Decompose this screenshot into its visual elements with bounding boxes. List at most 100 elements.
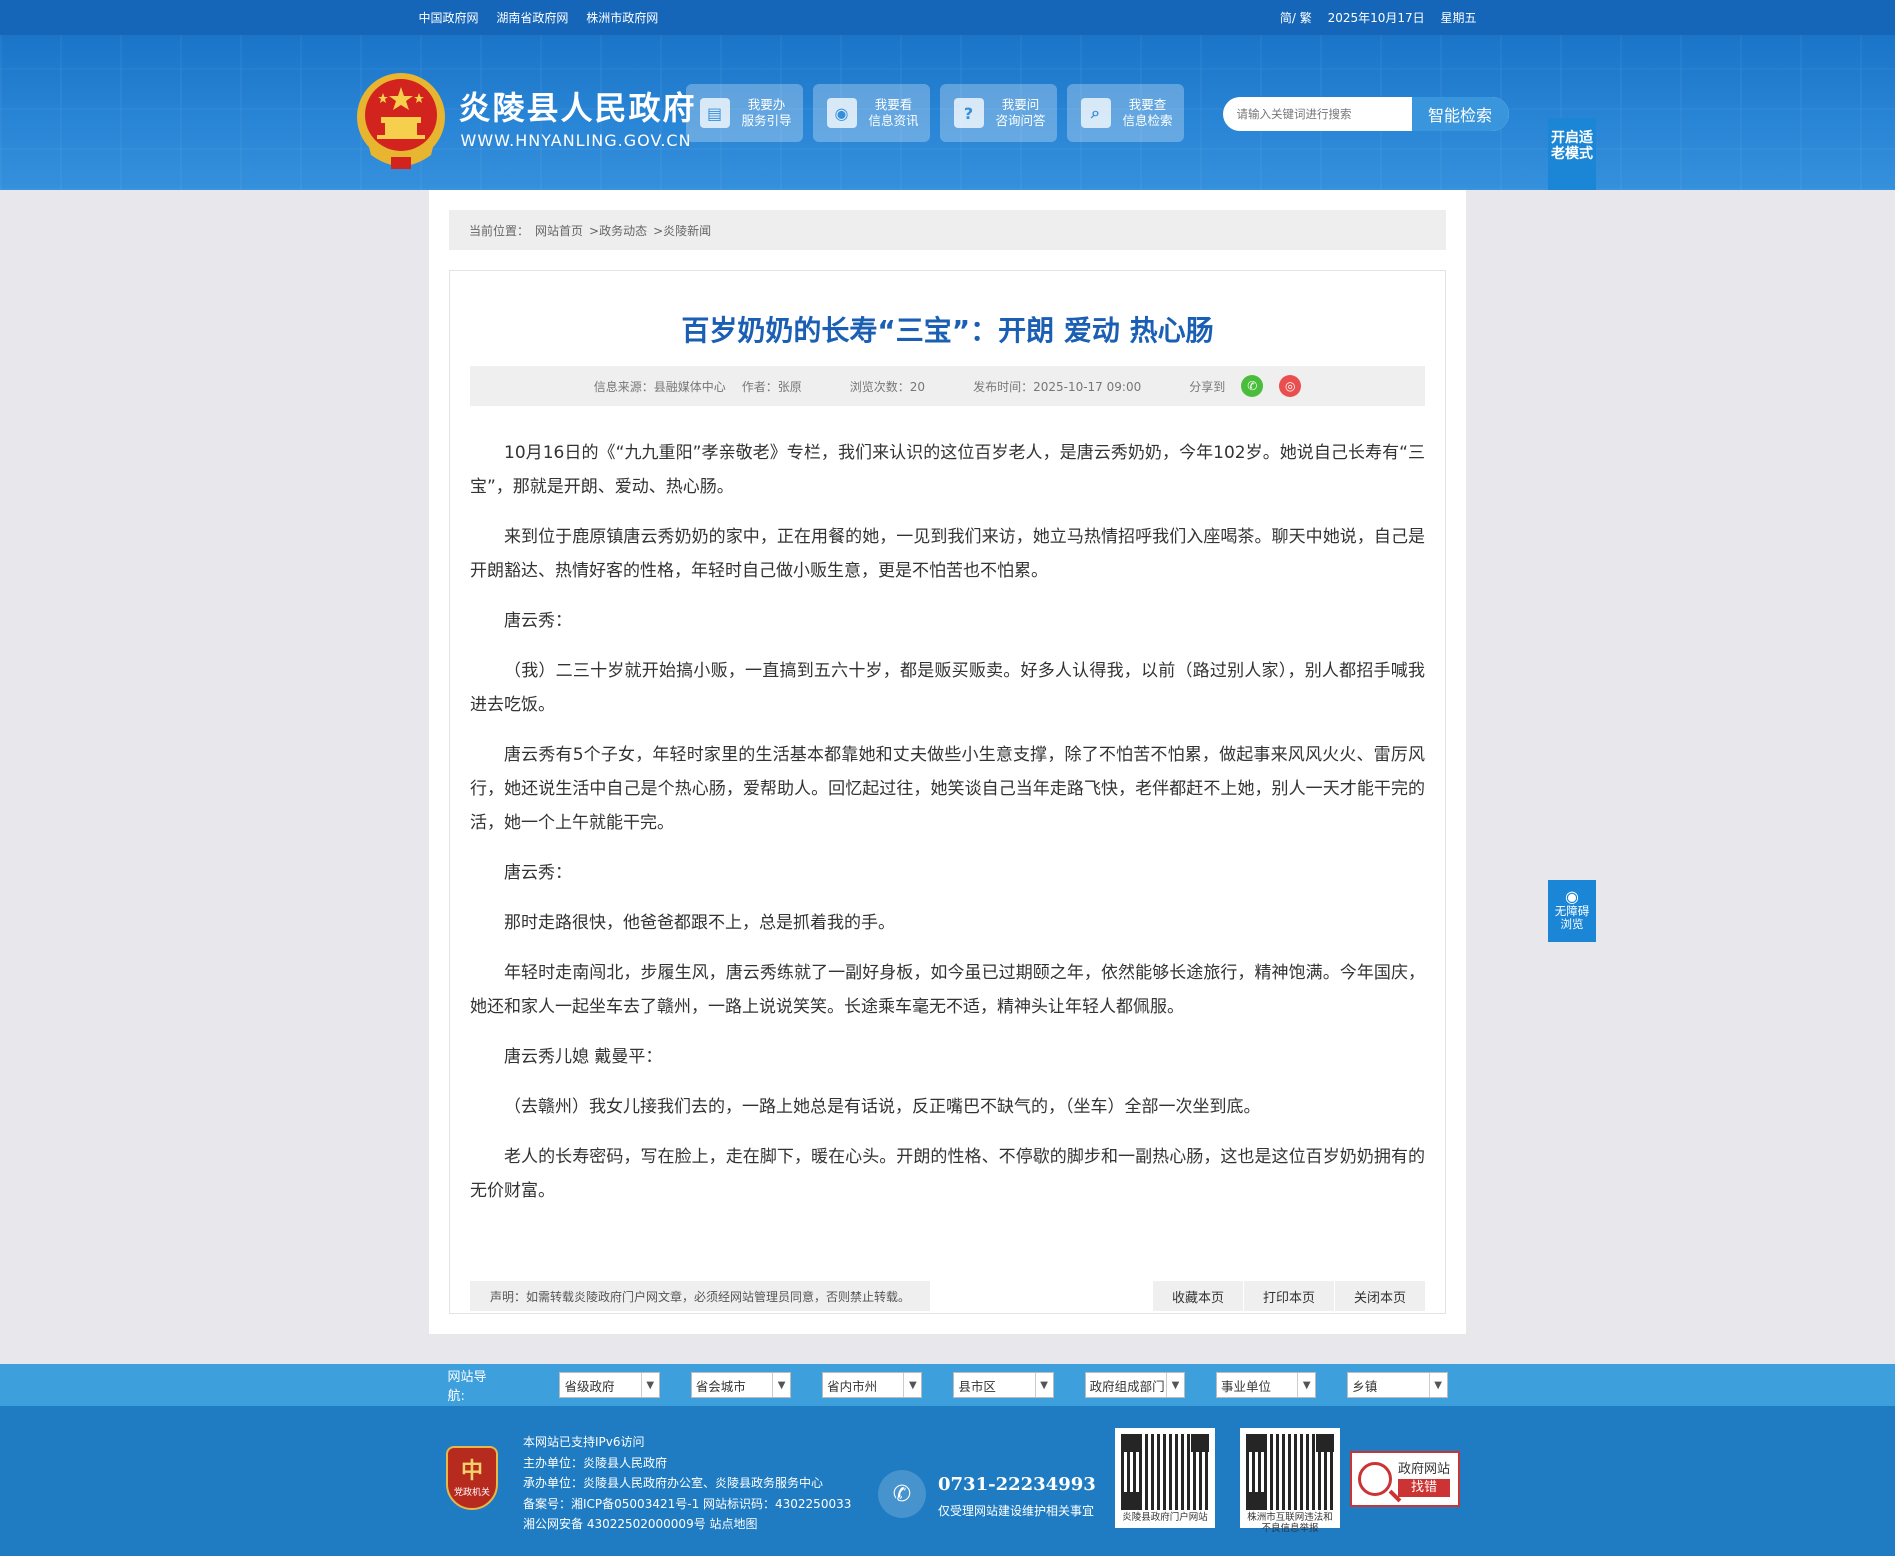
print-button[interactable]: 打印本页 [1243, 1281, 1334, 1311]
footer-info-line: 本网站已支持IPv6访问 [523, 1435, 645, 1449]
article-paragraph: 那时走路很快，他爸爸都跟不上，总是抓着我的手。 [504, 913, 895, 933]
select-provincial-gov[interactable]: 省级政府 ▼ [559, 1372, 660, 1398]
accessibility-button[interactable]: ◉ 无障碍 浏览 [1548, 880, 1596, 942]
magnifier-icon [1358, 1462, 1392, 1496]
bookmark-button[interactable]: 收藏本页 [1152, 1281, 1243, 1311]
eye-icon: ◉ [826, 98, 857, 128]
service-line2: 咨询问答 [995, 113, 1046, 128]
article-date: 发布时间：2025-10-17 09:00 [973, 379, 1142, 394]
select-capital-cities[interactable]: 省会城市 ▼ [690, 1372, 792, 1398]
current-weekday: 星期五 [1440, 11, 1477, 25]
topbar-right: 简/ 繁 2025年10月17日 星期五 [1268, 9, 1477, 26]
breadcrumb-home[interactable]: 网站首页 [535, 222, 583, 239]
article-source: 信息来源：县融媒体中心 [593, 379, 726, 394]
article-paragraph: 10月16日的《“九九重阳”孝亲敬老》专栏，我们来认识的这位百岁老人，是唐云秀奶… [470, 443, 1425, 497]
party-gov-badge-icon[interactable]: 中 党政机关 [446, 1446, 498, 1510]
service-line1: 我要问 [1001, 97, 1040, 112]
chevron-down-icon: ▼ [772, 1373, 790, 1397]
eye-icon: ◉ [1565, 887, 1579, 906]
site-title: 炎陵县人民政府 [458, 89, 697, 127]
site-header: 炎陵县人民政府 WWW.HNYANLING.GOV.CN ▤ 我要办 服务引导 ◉… [0, 35, 1895, 190]
breadcrumb: 当前位置： 网站首页 >政务动态 >炎陵新闻 [449, 210, 1446, 250]
weibo-share-icon[interactable]: ◎ [1279, 375, 1302, 397]
select-value: 事业单位 [1220, 1378, 1271, 1394]
main-content: 当前位置： 网站首页 >政务动态 >炎陵新闻 百岁奶奶的长寿“三宝”：开朗 爱动… [429, 190, 1466, 1334]
select-public-institutions[interactable]: 事业单位 ▼ [1215, 1372, 1317, 1398]
select-value: 乡镇 [1352, 1378, 1378, 1394]
accessibility-line2: 浏览 [1560, 917, 1584, 931]
link-hunan-gov[interactable]: 湖南省政府网 [496, 11, 568, 25]
page-actions: 收藏本页 打印本页 关闭本页 [1152, 1281, 1425, 1311]
footer-info-line: 备案号：湘ICP备05003421号-1 网站标识码：4302250033 [523, 1496, 852, 1511]
chevron-down-icon: ▼ [903, 1373, 921, 1397]
select-value: 政府组成部门 [1089, 1378, 1165, 1394]
select-counties[interactable]: 县市区 ▼ [953, 1372, 1054, 1398]
article-paragraph: （我）二三十岁就开始搞小贩，一直搞到五六十岁，都是贩买贩卖。好多人认得我，以前（… [470, 661, 1425, 715]
footer-info-line: 主办单位：炎陵县人民政府 [523, 1455, 668, 1470]
select-gov-departments[interactable]: 政府组成部门 ▼ [1084, 1372, 1185, 1398]
article-paragraph: （去赣州）我女儿接我们去的，一路上她总是有话说，反正嘴巴不缺气的，（坐车）全部一… [504, 1097, 1261, 1117]
search-button[interactable]: 智能检索 [1411, 97, 1509, 131]
service-line2: 信息检索 [1122, 113, 1173, 128]
elder-mode-toggle[interactable]: 开启适老模式 [1548, 118, 1596, 190]
lang-switch[interactable]: 简/ 繁 [1280, 11, 1312, 25]
service-wen-button[interactable]: ? 我要问 咨询问答 [939, 84, 1057, 142]
qr-caption: 株洲市互联网违法和不良信息举报 [1247, 1512, 1333, 1534]
article-paragraph: 年轻时走南闯北，步履生风，唐云秀练就了一副好身板，如今虽已过期颐之年，依然能够长… [470, 963, 1425, 1017]
service-line2: 信息资讯 [868, 113, 919, 128]
share-label: 分享到 [1189, 379, 1226, 394]
find-error-bottom: 找错 [1398, 1479, 1451, 1497]
link-zhuzhou-gov[interactable]: 株洲市政府网 [586, 11, 658, 25]
service-line2: 服务引导 [741, 113, 792, 128]
service-line1: 我要看 [874, 97, 913, 112]
site-nav-label: 网站导航: [447, 1370, 487, 1404]
search-box: 智能检索 [1222, 97, 1509, 131]
article-body: 10月16日的《“九九重阳”孝亲敬老》专栏，我们来认识的这位百岁老人，是唐云秀奶… [470, 436, 1425, 1224]
link-china-gov[interactable]: 中国政府网 [419, 11, 479, 25]
national-emblem-icon [356, 73, 445, 169]
article-title: 百岁奶奶的长寿“三宝”：开朗 爱动 热心肠 [681, 314, 1214, 347]
close-page-button[interactable]: 关闭本页 [1334, 1281, 1425, 1311]
breadcrumb-news[interactable]: >政务动态 [589, 222, 647, 239]
breadcrumb-label: 当前位置： [469, 223, 530, 238]
site-footer: 中 党政机关 本网站已支持IPv6访问 主办单位：炎陵县人民政府 承办单位：炎陵… [0, 1406, 1895, 1556]
footer-info-line: 湘公网安备 43022502000009号 站点地图 [523, 1517, 758, 1531]
service-banshi-button[interactable]: ▤ 我要办 服务引导 [685, 84, 803, 142]
search-input[interactable] [1222, 97, 1412, 131]
chevron-down-icon: ▼ [640, 1373, 659, 1397]
copyright-notice: 声明：如需转载炎陵政府门户网文章，必须经网站管理员同意，否则禁止转载。 [470, 1281, 930, 1311]
footer-info: 本网站已支持IPv6访问 主办单位：炎陵县人民政府 承办单位：炎陵县人民政府办公… [523, 1432, 851, 1535]
contact-phone: 0731-22234993 [938, 1474, 1096, 1495]
article-paragraph: 唐云秀： [504, 611, 572, 631]
service-kan-button[interactable]: ◉ 我要看 信息资讯 [812, 84, 930, 142]
chevron-down-icon: ▼ [1428, 1373, 1447, 1397]
document-icon: ▤ [699, 98, 730, 128]
service-cha-button[interactable]: ⌕ 我要查 信息检索 [1066, 84, 1184, 142]
phone-icon: ✆ [878, 1470, 926, 1518]
footer-info-line: 承办单位：炎陵县人民政府办公室、炎陵县政务服务中心 [523, 1476, 824, 1490]
qr-code-icon [1246, 1434, 1334, 1510]
service-line1: 我要办 [747, 97, 786, 112]
select-towns[interactable]: 乡镇 ▼ [1347, 1372, 1448, 1398]
select-prefectures[interactable]: 省内市州 ▼ [822, 1372, 923, 1398]
breadcrumb-yanling-news[interactable]: >炎陵新闻 [653, 222, 711, 239]
site-url: WWW.HNYANLING.GOV.CN [460, 131, 692, 150]
article-views: 浏览次数：20 [849, 379, 926, 394]
article-paragraph: 来到位于鹿原镇唐云秀奶奶的家中，正在用餐的她，一见到我们来访，她立马热情招呼我们… [470, 527, 1425, 581]
article-paragraph: 唐云秀儿媳 戴曼平： [504, 1047, 663, 1067]
chevron-down-icon: ▼ [1297, 1373, 1315, 1397]
chevron-down-icon: ▼ [1034, 1373, 1053, 1397]
article-paragraph: 老人的长寿密码，写在脸上，走在脚下，暖在心头。开朗的性格、不停歇的脚步和一副热心… [470, 1147, 1425, 1201]
qr-code-report: 株洲市互联网违法和不良信息举报 [1240, 1428, 1340, 1534]
site-navigation: 网站导航: 省级政府 ▼ 省会城市 ▼ 省内市州 ▼ 县市区 ▼ 政府组成部门 ▼ 事业单… [0, 1364, 1895, 1406]
wechat-share-icon[interactable]: ✆ [1241, 375, 1264, 397]
contact-phone-note: 仅受理网站建设维护相关事宜 [938, 1504, 1095, 1518]
badge-symbol: 中 [460, 1458, 483, 1484]
chevron-down-icon: ▼ [1165, 1373, 1184, 1397]
select-value: 省内市州 [827, 1378, 878, 1394]
gov-site-error-report-button[interactable]: 政府网站 找错 [1350, 1451, 1460, 1507]
article-paragraph: 唐云秀： [504, 863, 572, 883]
search-icon: ⌕ [1080, 98, 1111, 128]
select-value: 县市区 [958, 1378, 996, 1394]
service-line1: 我要查 [1128, 97, 1167, 112]
